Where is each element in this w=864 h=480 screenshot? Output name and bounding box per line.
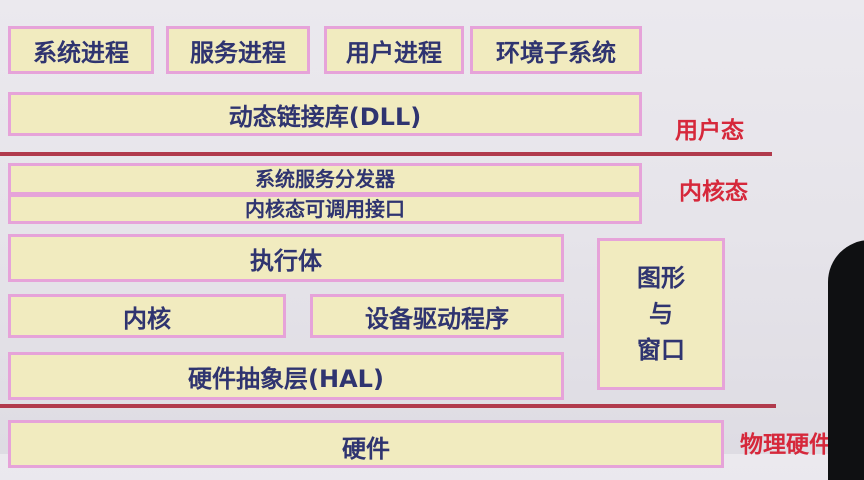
divider-kernel-hardware bbox=[0, 404, 776, 408]
box-graphics-and-windows: 图形 与 窗口 bbox=[597, 238, 725, 390]
box-hal: 硬件抽象层(HAL) bbox=[8, 352, 564, 400]
graphics-line-1: 图形 bbox=[637, 264, 685, 292]
box-kernel-callable-interface: 内核态可调用接口 bbox=[8, 194, 642, 224]
box-dll: 动态链接库(DLL) bbox=[8, 92, 642, 136]
graphics-line-3: 窗口 bbox=[637, 336, 685, 364]
graphics-line-2: 与 bbox=[649, 300, 673, 328]
presenter-silhouette bbox=[828, 240, 864, 480]
divider-user-kernel bbox=[0, 152, 772, 156]
box-user-process: 用户进程 bbox=[324, 26, 464, 74]
box-service-process: 服务进程 bbox=[166, 26, 310, 74]
label-kernel-mode: 内核态 bbox=[679, 179, 748, 205]
box-executive: 执行体 bbox=[8, 234, 564, 282]
label-user-mode: 用户态 bbox=[675, 118, 744, 144]
box-system-process: 系统进程 bbox=[8, 26, 154, 74]
box-device-drivers: 设备驱动程序 bbox=[310, 294, 564, 338]
box-system-service-dispatcher: 系统服务分发器 bbox=[8, 163, 642, 195]
box-hardware: 硬件 bbox=[8, 420, 724, 468]
box-environment-subsystem: 环境子系统 bbox=[470, 26, 642, 74]
box-kernel: 内核 bbox=[8, 294, 286, 338]
